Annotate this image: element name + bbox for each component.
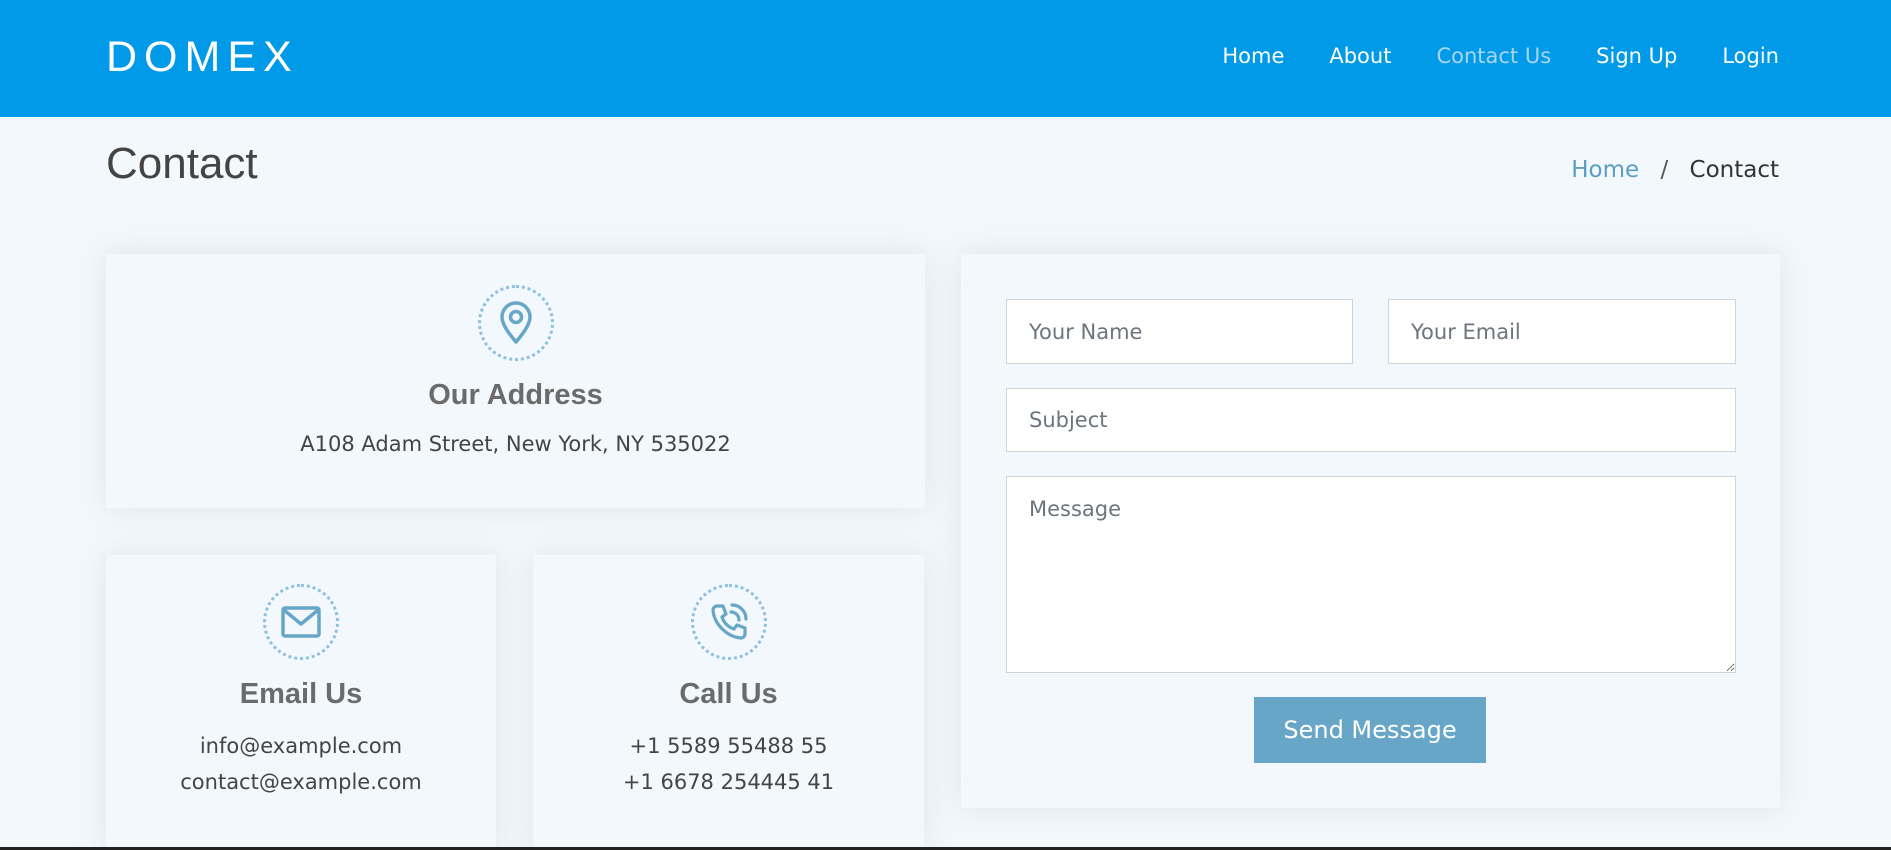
nav-sign-up[interactable]: Sign Up xyxy=(1596,42,1677,70)
main-nav: Home About Contact Us Sign Up Login xyxy=(1177,42,1779,70)
contact-form: Send Message xyxy=(961,254,1780,808)
nav-about[interactable]: About xyxy=(1329,42,1391,70)
name-input[interactable] xyxy=(1006,299,1353,364)
email-card: Email Us info@example.com contact@exampl… xyxy=(106,555,496,850)
nav-home[interactable]: Home xyxy=(1222,42,1284,70)
message-textarea[interactable] xyxy=(1006,476,1736,673)
email-line-2[interactable]: contact@example.com xyxy=(106,764,496,800)
phone-line-1[interactable]: +1 5589 55488 55 xyxy=(533,728,924,764)
address-text: A108 Adam Street, New York, NY 535022 xyxy=(300,432,731,456)
map-pin-icon xyxy=(477,285,554,361)
breadcrumb: Home / Contact xyxy=(1571,155,1779,185)
nav-login[interactable]: Login xyxy=(1722,42,1779,70)
phone-title: Call Us xyxy=(679,678,778,710)
breadcrumb-home-link[interactable]: Home xyxy=(1571,157,1639,183)
breadcrumb-current: Contact xyxy=(1689,157,1779,183)
email-title: Email Us xyxy=(239,678,363,710)
address-card: Our Address A108 Adam Street, New York, … xyxy=(106,254,925,508)
send-message-button[interactable]: Send Message xyxy=(1254,697,1486,763)
envelope-icon xyxy=(263,584,339,660)
nav-contact-us[interactable]: Contact Us xyxy=(1436,42,1551,70)
logo[interactable]: DOMEX xyxy=(106,32,299,82)
subject-input[interactable] xyxy=(1006,388,1736,452)
page-title: Contact xyxy=(106,139,258,188)
phone-card: Call Us +1 5589 55488 55 +1 6678 254445 … xyxy=(533,555,924,850)
phone-line-2[interactable]: +1 6678 254445 41 xyxy=(533,764,924,800)
email-line-1[interactable]: info@example.com xyxy=(106,728,496,764)
address-title: Our Address xyxy=(428,379,603,411)
top-navbar: DOMEX Home About Contact Us Sign Up Logi… xyxy=(0,0,1891,117)
email-input[interactable] xyxy=(1388,299,1736,364)
breadcrumb-separator: / xyxy=(1660,157,1669,183)
phone-call-icon xyxy=(690,584,767,660)
